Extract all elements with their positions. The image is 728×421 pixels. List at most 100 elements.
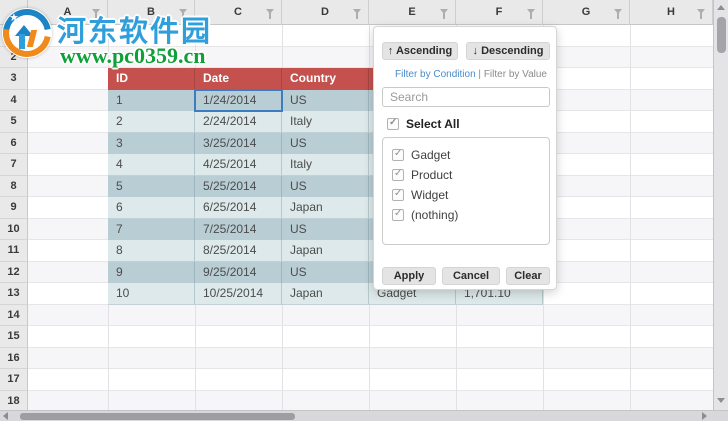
column-header-f[interactable]: F xyxy=(456,0,543,25)
table-cell[interactable]: US xyxy=(282,133,369,155)
table-header-cell[interactable]: Country xyxy=(282,68,369,90)
filter-icon[interactable] xyxy=(353,9,361,14)
search-input[interactable] xyxy=(382,87,550,107)
filter-icon[interactable] xyxy=(614,9,622,14)
column-header-e[interactable]: E xyxy=(369,0,456,25)
table-cell[interactable]: 4 xyxy=(108,154,195,176)
grid-row[interactable] xyxy=(28,348,713,370)
horizontal-scroll-thumb[interactable] xyxy=(20,413,295,420)
row-header-1[interactable]: 1 xyxy=(0,25,28,47)
apply-button[interactable]: Apply xyxy=(382,267,436,285)
filter-list-item[interactable]: Gadget xyxy=(392,145,540,165)
filter-icon[interactable] xyxy=(697,9,705,14)
sheet-corner-cell[interactable] xyxy=(0,0,28,25)
row-header-8[interactable]: 8 xyxy=(0,176,28,198)
table-cell[interactable]: 5/25/2014 xyxy=(195,176,282,198)
grid-row[interactable] xyxy=(28,369,713,391)
table-cell[interactable]: 2/24/2014 xyxy=(195,111,282,133)
cancel-button[interactable]: Cancel xyxy=(442,267,500,285)
table-cell[interactable]: Japan xyxy=(282,240,369,262)
column-header-g[interactable]: G xyxy=(543,0,630,25)
table-header-cell[interactable]: Date xyxy=(195,68,282,90)
table-cell[interactable]: Japan xyxy=(282,197,369,219)
checkbox-icon[interactable] xyxy=(387,118,399,130)
table-cell[interactable]: Japan xyxy=(282,283,369,305)
row-header-3[interactable]: 3 xyxy=(0,68,28,90)
filter-icon[interactable] xyxy=(266,9,274,14)
sort-ascending-button[interactable]: ↑ Ascending xyxy=(382,42,458,60)
table-cell[interactable]: Italy xyxy=(282,154,369,176)
filter-icon[interactable] xyxy=(440,9,448,14)
horizontal-scrollbar[interactable] xyxy=(0,410,728,421)
column-header-c[interactable]: C xyxy=(195,0,282,25)
row-header-14[interactable]: 14 xyxy=(0,305,28,327)
table-cell[interactable]: US xyxy=(282,219,369,241)
filter-icon[interactable] xyxy=(92,9,100,14)
checkbox-icon[interactable] xyxy=(392,189,404,201)
filter-icon[interactable] xyxy=(179,9,187,14)
sort-descending-button[interactable]: ↓ Descending xyxy=(466,42,550,60)
filter-icon[interactable] xyxy=(527,9,535,14)
vertical-scroll-thumb[interactable] xyxy=(717,17,726,53)
grid-row[interactable] xyxy=(28,326,713,348)
filter-list-item[interactable]: Widget xyxy=(392,185,540,205)
grid-row[interactable] xyxy=(28,305,713,327)
table-cell[interactable]: 10 xyxy=(108,283,195,305)
checkbox-icon[interactable] xyxy=(392,209,404,221)
table-cell[interactable]: 9 xyxy=(108,262,195,284)
row-header-15[interactable]: 15 xyxy=(0,326,28,348)
select-all-checkbox[interactable]: Select All xyxy=(387,117,460,131)
table-cell[interactable]: 1/24/2014 xyxy=(195,90,282,112)
grid-row[interactable] xyxy=(28,391,713,413)
grid-row[interactable] xyxy=(28,47,713,69)
row-header-9[interactable]: 9 xyxy=(0,197,28,219)
table-cell[interactable]: 4/25/2014 xyxy=(195,154,282,176)
table-cell[interactable]: 5 xyxy=(108,176,195,198)
table-cell[interactable]: 3 xyxy=(108,133,195,155)
table-cell[interactable]: 6/25/2014 xyxy=(195,197,282,219)
filter-list-item[interactable]: Product xyxy=(392,165,540,185)
row-header-5[interactable]: 5 xyxy=(0,111,28,133)
scroll-left-icon[interactable] xyxy=(3,412,8,420)
filter-list-item[interactable]: (nothing) xyxy=(392,205,540,225)
table-header-cell[interactable]: ID xyxy=(108,68,195,90)
vertical-scrollbar[interactable] xyxy=(713,0,728,410)
column-header-h[interactable]: H xyxy=(630,0,713,25)
row-header-6[interactable]: 6 xyxy=(0,133,28,155)
scroll-up-icon[interactable] xyxy=(717,5,725,10)
row-header-11[interactable]: 11 xyxy=(0,240,28,262)
column-header-b[interactable]: B xyxy=(108,0,195,25)
row-header-16[interactable]: 16 xyxy=(0,348,28,370)
filter-by-value-link[interactable]: Filter by Value xyxy=(484,69,547,80)
table-cell[interactable]: 10/25/2014 xyxy=(195,283,282,305)
row-header-17[interactable]: 17 xyxy=(0,369,28,391)
filter-by-condition-link[interactable]: Filter by Condition xyxy=(395,69,476,80)
column-header-a[interactable]: A xyxy=(28,0,108,25)
row-header-12[interactable]: 12 xyxy=(0,262,28,284)
table-cell[interactable]: US xyxy=(282,262,369,284)
table-cell[interactable]: 8 xyxy=(108,240,195,262)
column-header-d[interactable]: D xyxy=(282,0,369,25)
table-cell[interactable]: 6 xyxy=(108,197,195,219)
table-cell[interactable]: 1 xyxy=(108,90,195,112)
table-cell[interactable]: 9/25/2014 xyxy=(195,262,282,284)
grid-row[interactable] xyxy=(28,25,713,47)
table-cell[interactable]: 8/25/2014 xyxy=(195,240,282,262)
row-header-18[interactable]: 18 xyxy=(0,391,28,413)
clear-button[interactable]: Clear xyxy=(506,267,550,285)
scroll-right-icon[interactable] xyxy=(702,412,707,420)
row-header-13[interactable]: 13 xyxy=(0,283,28,305)
checkbox-icon[interactable] xyxy=(392,169,404,181)
table-cell[interactable]: 2 xyxy=(108,111,195,133)
scroll-down-icon[interactable] xyxy=(717,398,725,403)
row-header-4[interactable]: 4 xyxy=(0,90,28,112)
table-cell[interactable]: 7/25/2014 xyxy=(195,219,282,241)
table-cell[interactable]: 3/25/2014 xyxy=(195,133,282,155)
checkbox-icon[interactable] xyxy=(392,149,404,161)
table-cell[interactable]: Italy xyxy=(282,111,369,133)
row-header-10[interactable]: 10 xyxy=(0,219,28,241)
row-header-7[interactable]: 7 xyxy=(0,154,28,176)
row-header-2[interactable]: 2 xyxy=(0,47,28,69)
table-cell[interactable]: US xyxy=(282,90,369,112)
table-cell[interactable]: US xyxy=(282,176,369,198)
